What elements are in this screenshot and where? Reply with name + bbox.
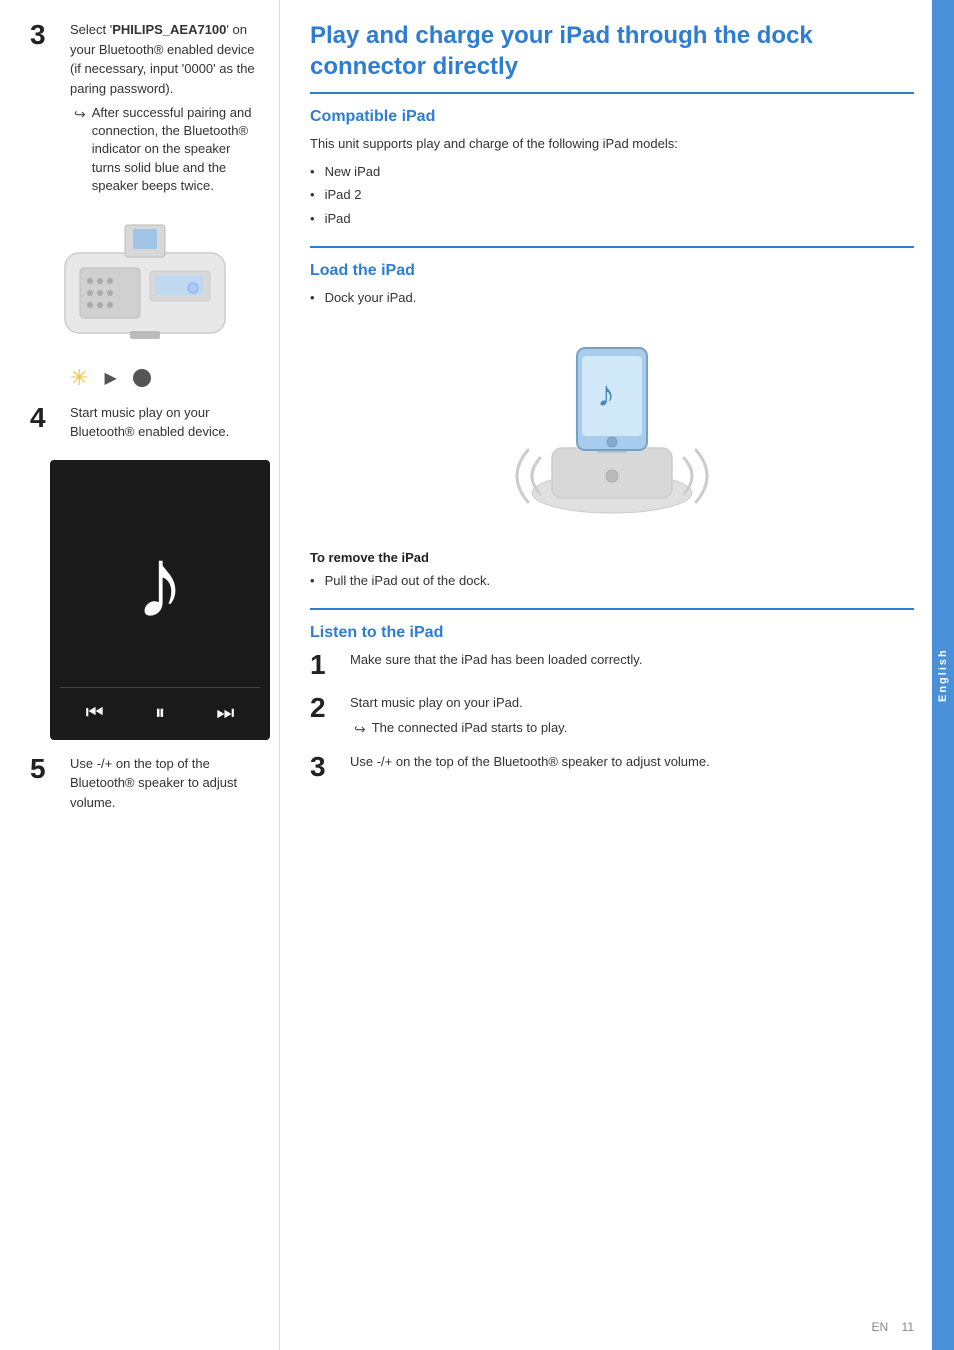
listen-step-1: 1 Make sure that the iPad has been loade… <box>310 650 914 681</box>
music-player-box: ♪ ⏮ ⏸ ⏭ <box>50 460 270 740</box>
dock-svg: ♪ <box>502 328 722 528</box>
dock-illustration-wrap: ♪ <box>310 318 914 542</box>
remove-ipad-heading: To remove the iPad <box>310 550 914 565</box>
compatible-ipad-list: New iPad iPad 2 iPad <box>310 162 914 229</box>
compatible-ipad-body: This unit supports play and charge of th… <box>310 134 914 154</box>
list-item-new-ipad: New iPad <box>310 162 914 182</box>
load-ipad-list: Dock your iPad. <box>310 288 914 308</box>
bt-sun-icon: ✳ <box>70 365 88 391</box>
step-5-content: Use -/+ on the top of the Bluetooth® spe… <box>70 754 259 813</box>
rewind-button[interactable]: ⏮ <box>86 702 104 725</box>
load-divider <box>310 246 914 248</box>
listen-step-2-note: ↪ The connected iPad starts to play. <box>354 719 914 740</box>
listen-arrow-symbol: ↪ <box>354 719 366 740</box>
listen-step-3: 3 Use -/+ on the top of the Bluetooth® s… <box>310 752 914 783</box>
list-item-ipad2: iPad 2 <box>310 185 914 205</box>
load-ipad-bullet: Dock your iPad. <box>310 288 914 308</box>
step-5: 5 Use -/+ on the top of the Bluetooth® s… <box>30 754 259 813</box>
remove-ipad-list: Pull the iPad out of the dock. <box>310 571 914 591</box>
step-4-number: 4 <box>30 403 62 434</box>
music-note: ♪ <box>135 480 185 687</box>
load-ipad-section: Load the iPad Dock your iPad. <box>310 262 914 590</box>
footer-label: EN <box>872 1320 889 1334</box>
remove-ipad-bullet: Pull the iPad out of the dock. <box>310 571 914 591</box>
page-footer: EN 11 <box>872 1320 914 1334</box>
compatible-ipad-section: Compatible iPad This unit supports play … <box>310 108 914 228</box>
listen-step-3-content: Use -/+ on the top of the Bluetooth® spe… <box>350 752 914 772</box>
step-4-content: Start music play on your Bluetooth® enab… <box>70 403 259 442</box>
step-3-arrow-note: ↪ After successful pairing and connectio… <box>74 104 259 195</box>
compatible-ipad-title: Compatible iPad <box>310 108 914 126</box>
bt-dot-icon <box>133 369 151 387</box>
listen-step-2: 2 Start music play on your iPad. ↪ The c… <box>310 693 914 740</box>
step-3-content: Select 'PHILIPS_AEA7100' on your Bluetoo… <box>70 20 259 195</box>
bt-icons-row: ✳ ▶ <box>70 365 259 391</box>
listen-step-3-number: 3 <box>310 752 342 783</box>
listen-ipad-title: Listen to the iPad <box>310 624 914 642</box>
main-title: Play and charge your iPad through the do… <box>310 20 914 82</box>
listen-ipad-section: Listen to the iPad 1 Make sure that the … <box>310 624 914 782</box>
pause-button[interactable]: ⏸ <box>155 702 165 725</box>
fast-forward-button[interactable]: ⏭ <box>216 702 234 725</box>
player-controls: ⏮ ⏸ ⏭ <box>60 687 260 725</box>
listen-step-2-arrow-text: The connected iPad starts to play. <box>372 719 568 737</box>
language-sidebar: English <box>932 0 954 1350</box>
language-label: English <box>937 648 949 702</box>
step-3-bold: PHILIPS_AEA7100 <box>112 22 226 37</box>
listen-step-2-number: 2 <box>310 693 342 724</box>
step-5-number: 5 <box>30 754 62 785</box>
speaker-illustration-wrap <box>30 213 259 353</box>
listen-step-1-content: Make sure that the iPad has been loaded … <box>350 650 914 670</box>
listen-step-1-number: 1 <box>310 650 342 681</box>
listen-divider <box>310 608 914 610</box>
right-column: Play and charge your iPad through the do… <box>280 0 954 1350</box>
step-3-arrow-text: After successful pairing and connection,… <box>92 104 259 195</box>
step-3-text-before: Select ' <box>70 22 112 37</box>
listen-step-2-content: Start music play on your iPad. ↪ The con… <box>350 693 914 740</box>
svg-text:♪: ♪ <box>597 373 615 414</box>
step-3-number: 3 <box>30 20 62 51</box>
speaker-svg <box>45 213 245 353</box>
main-title-divider <box>310 92 914 94</box>
step-4: 4 Start music play on your Bluetooth® en… <box>30 403 259 442</box>
list-item-ipad: iPad <box>310 209 914 229</box>
bt-arrow-icon: ▶ <box>104 368 116 388</box>
left-column: 3 Select 'PHILIPS_AEA7100' on your Bluet… <box>0 0 280 1350</box>
footer-page-number: 11 <box>902 1320 914 1334</box>
arrow-symbol: ↪ <box>74 104 86 125</box>
step-3: 3 Select 'PHILIPS_AEA7100' on your Bluet… <box>30 20 259 195</box>
load-ipad-title: Load the iPad <box>310 262 914 280</box>
